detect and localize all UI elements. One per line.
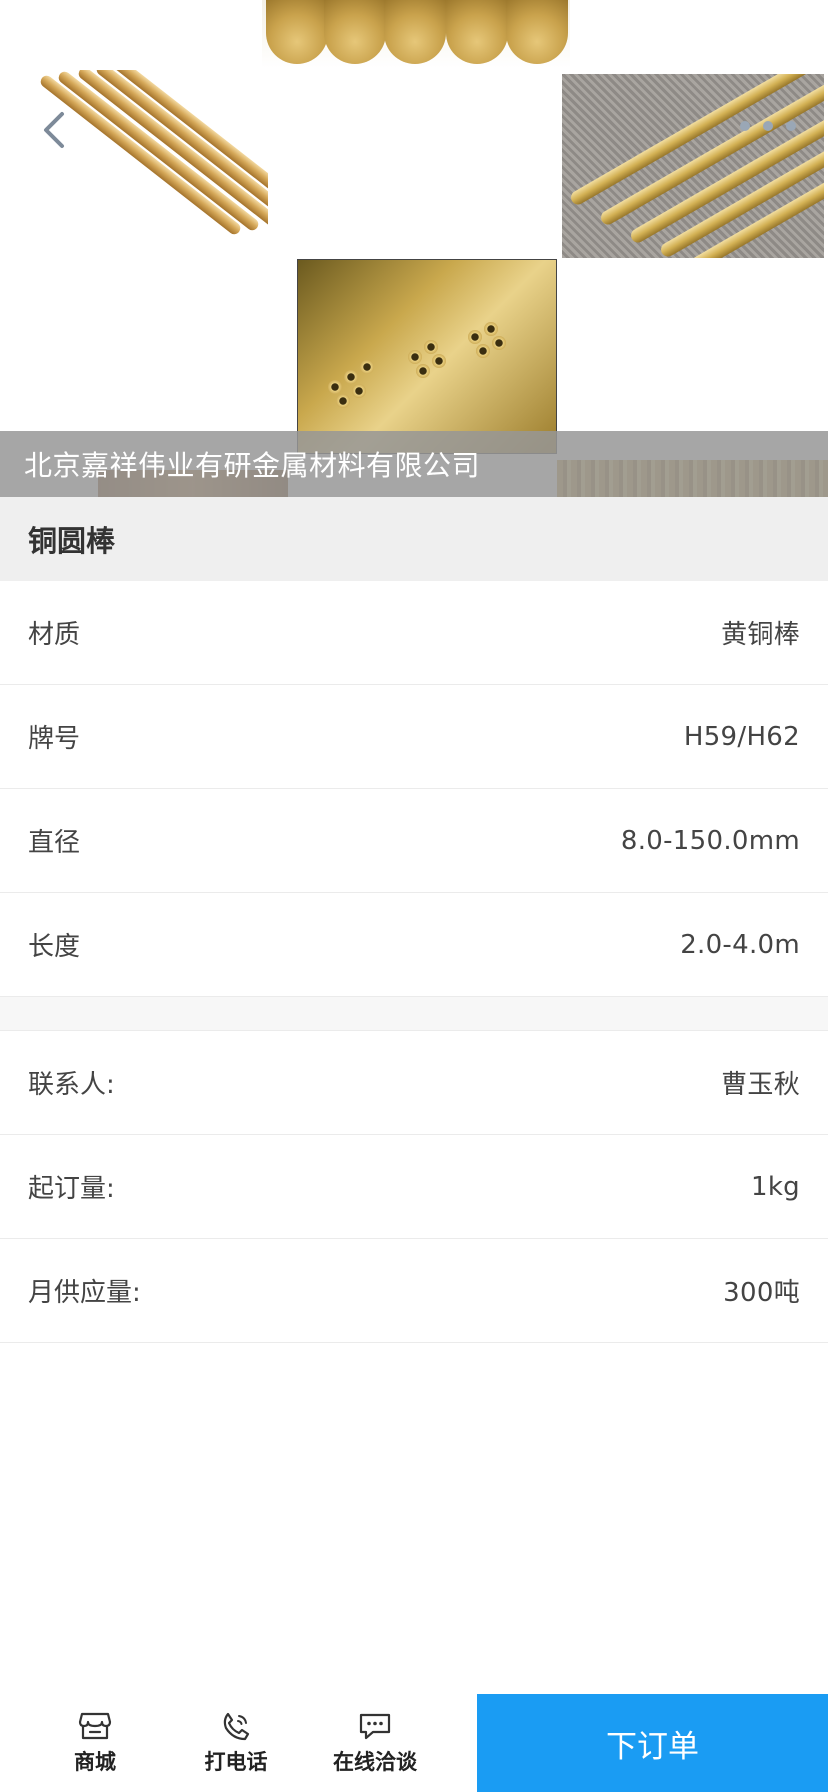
supply-info-list: 联系人: 曹玉秋 起订量: 1kg 月供应量: 300吨 <box>0 1031 828 1343</box>
product-image-collage: 北京嘉祥伟业有研金属材料有限公司 <box>0 0 828 497</box>
chat-icon <box>359 1713 391 1740</box>
section-divider <box>0 997 828 1031</box>
more-dots-icon <box>740 121 750 131</box>
info-label: 起订量: <box>28 1174 115 1204</box>
spec-row-diameter: 直径 8.0-150.0mm <box>0 789 828 893</box>
spec-row-grade: 牌号 H59/H62 <box>0 685 828 789</box>
spec-row-material: 材质 黄铜棒 <box>0 581 828 685</box>
brass-rods-photo-left <box>36 70 268 250</box>
info-label: 联系人: <box>28 1070 115 1100</box>
store-label: 商城 <box>74 1750 116 1774</box>
phone-icon <box>223 1712 250 1741</box>
store-icon <box>78 1712 112 1740</box>
store-button[interactable]: 商城 <box>50 1694 140 1792</box>
spec-label: 直径 <box>28 828 81 858</box>
spec-list: 材质 黄铜棒 牌号 H59/H62 直径 8.0-150.0mm 长度 2.0-… <box>0 581 828 997</box>
brass-rod-ends-photo <box>262 0 570 68</box>
info-value: 300吨 <box>723 1278 800 1308</box>
info-row-min-order: 起订量: 1kg <box>0 1135 828 1239</box>
spec-label: 材质 <box>28 620 81 650</box>
spec-row-length: 长度 2.0-4.0m <box>0 893 828 997</box>
brass-rods-photo-right <box>562 74 824 258</box>
company-name: 北京嘉祥伟业有研金属材料有限公司 <box>24 449 481 482</box>
spec-value: H59/H62 <box>683 721 800 752</box>
bottom-action-bar: 商城 打电话 在线洽谈 下订单 <box>0 1694 828 1792</box>
call-label: 打电话 <box>204 1750 268 1774</box>
spec-value: 8.0-150.0mm <box>620 825 800 856</box>
call-button[interactable]: 打电话 <box>186 1694 286 1792</box>
spec-label: 长度 <box>28 932 81 962</box>
spec-value: 黄铜棒 <box>721 620 800 650</box>
more-options-button[interactable] <box>740 116 796 136</box>
chat-button[interactable]: 在线洽谈 <box>320 1694 430 1792</box>
back-button[interactable] <box>36 108 72 152</box>
info-label: 月供应量: <box>28 1278 141 1308</box>
product-title-band: 铜圆棒 <box>0 497 828 581</box>
chat-label: 在线洽谈 <box>333 1750 417 1774</box>
company-name-overlay: 北京嘉祥伟业有研金属材料有限公司 <box>0 431 828 497</box>
info-value: 1kg <box>750 1171 800 1202</box>
info-row-monthly-supply: 月供应量: 300吨 <box>0 1239 828 1343</box>
product-title: 铜圆棒 <box>28 524 116 558</box>
place-order-label: 下订单 <box>606 1728 699 1765</box>
info-value: 曹玉秋 <box>721 1070 800 1100</box>
info-row-contact: 联系人: 曹玉秋 <box>0 1031 828 1135</box>
chevron-left-icon <box>44 112 64 148</box>
place-order-button[interactable]: 下订单 <box>477 1694 828 1792</box>
spec-label: 牌号 <box>28 724 81 754</box>
spec-value: 2.0-4.0m <box>680 929 800 960</box>
brass-tubes-bundle-photo <box>297 259 557 454</box>
